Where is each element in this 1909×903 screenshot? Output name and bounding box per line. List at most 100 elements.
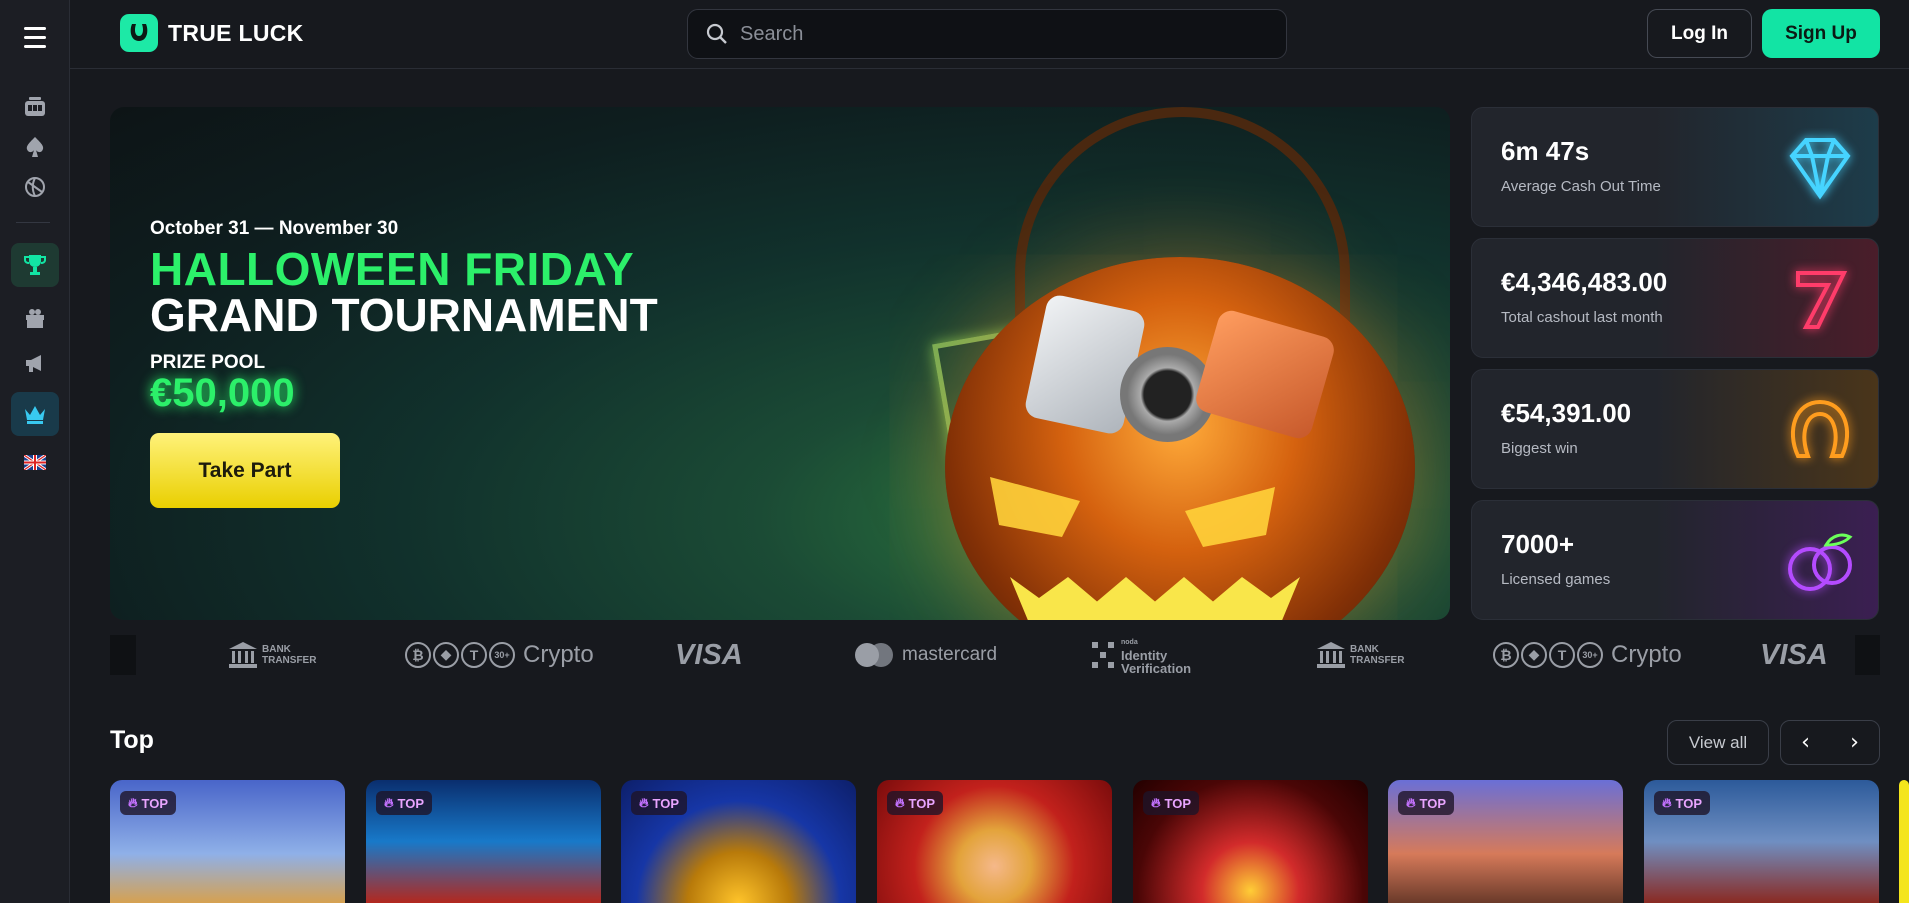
top-badge-label: TOP (1675, 795, 1703, 811)
sports-ball-icon (25, 177, 45, 197)
sidebar-divider (16, 222, 50, 223)
login-button[interactable]: Log In (1647, 9, 1752, 58)
crypto-label: Crypto (523, 641, 594, 668)
plum-icon (1788, 533, 1853, 591)
stat-card-licensed-games: 7000+ Licensed games (1471, 500, 1879, 620)
tournament-dates: October 31 — November 30 (150, 218, 399, 239)
bank-label-1: BANK (1350, 644, 1379, 655)
sidebar-item-live-casino[interactable] (11, 127, 59, 167)
bank-icon (229, 642, 257, 668)
stat-value: €4,346,483.00 (1501, 267, 1668, 297)
ethereum-icon: ◆ (433, 642, 459, 668)
top-badge: 🔥︎ TOP (120, 791, 177, 815)
sidebar-item-promotions[interactable] (11, 343, 59, 383)
game-card[interactable]: 🔥︎ TOP (621, 780, 856, 903)
crypto-count-badge: 30+ (489, 642, 515, 668)
payment-bank-transfer: BANK TRANSFER (1316, 635, 1404, 675)
top-badge-label: TOP (1164, 795, 1192, 811)
logo[interactable]: TRUE LUCK (120, 14, 304, 52)
horseshoe-icon (1790, 399, 1850, 458)
search-bar[interactable] (687, 9, 1287, 59)
menu-button[interactable] (11, 17, 59, 57)
payment-mastercard: mastercard (852, 635, 997, 675)
scroll-fade-left (110, 635, 136, 675)
seven-icon (1796, 271, 1848, 329)
flame-icon: 🔥︎ (639, 795, 649, 810)
mastercard-icon (855, 643, 893, 667)
verification-label: Verification (1121, 660, 1192, 676)
menu-icon-bar (24, 35, 46, 39)
game-card[interactable]: 🔥︎ TOP (1388, 780, 1623, 903)
tether-icon: T (461, 642, 487, 668)
top-badge: 🔥︎ TOP (376, 791, 433, 815)
menu-icon-bar (24, 44, 46, 48)
stat-label: Licensed games (1501, 571, 1611, 588)
noda-label: noda (1121, 638, 1138, 646)
stat-value: 7000+ (1501, 529, 1575, 559)
stat-value: 6m 47s (1501, 136, 1590, 166)
gift-icon (26, 309, 44, 328)
top-badge-label: TOP (908, 795, 936, 811)
top-badge-label: TOP (141, 795, 169, 811)
game-card[interactable]: 🔥︎ TOP (877, 780, 1112, 903)
slot-machine-icon (25, 97, 45, 116)
sidebar-item-sports[interactable] (11, 167, 59, 207)
scroll-fade-right (1855, 635, 1880, 675)
take-part-button[interactable]: Take Part (150, 433, 340, 508)
view-all-button[interactable]: View all (1667, 720, 1769, 765)
top-badge: 🔥︎ TOP (1143, 791, 1200, 815)
diamond-icon (1789, 138, 1851, 200)
stat-card-total-cashout: €4,346,483.00 Total cashout last month (1471, 238, 1879, 358)
search-input[interactable] (740, 22, 1260, 46)
stat-label: Total cashout last month (1501, 309, 1663, 326)
game-card[interactable]: 🔥︎ TOP (1644, 780, 1879, 903)
top-badge: 🔥︎ TOP (631, 791, 688, 815)
flame-icon: 🔥︎ (895, 795, 905, 810)
bank-label-1: BANK (262, 644, 291, 655)
game-card[interactable]: 🔥︎ TOP (110, 780, 345, 903)
carousel-controls: ‹ › (1780, 720, 1880, 765)
payment-noda-identity: noda Identity Verification (1090, 635, 1191, 675)
flame-icon: 🔥︎ (1406, 795, 1416, 810)
stat-value: €54,391.00 (1501, 398, 1632, 428)
top-badge: 🔥︎ TOP (1398, 791, 1455, 815)
section-title-top: Top (110, 726, 154, 754)
sidebar-item-slots[interactable] (11, 87, 59, 127)
top-badge: 🔥︎ TOP (1654, 791, 1711, 815)
identity-label: Identity (1121, 647, 1168, 663)
logo-text: TRUE LUCK (168, 19, 304, 46)
stat-card-cashout-time: 6m 47s Average Cash Out Time (1471, 107, 1879, 227)
game-card[interactable]: 🔥︎ TOP (1133, 780, 1368, 903)
sidebar (0, 0, 70, 903)
carousel-next-button[interactable]: › (1830, 721, 1879, 764)
tether-icon: T (1549, 642, 1575, 668)
language-selector[interactable] (11, 442, 59, 482)
top-bar: TRUE LUCK Log In Sign Up (70, 0, 1909, 69)
sidebar-item-vip[interactable] (11, 392, 59, 436)
bank-label-2: TRANSFER (1350, 655, 1405, 666)
search-icon (706, 23, 727, 44)
carousel-prev-button[interactable]: ‹ (1781, 721, 1830, 764)
flame-icon: 🔥︎ (1662, 795, 1672, 810)
crown-icon (25, 406, 45, 424)
hero-banner[interactable] (110, 107, 1450, 620)
flame-icon: 🔥︎ (1151, 795, 1161, 810)
top-badge-label: TOP (652, 795, 680, 811)
game-card[interactable]: 🔥︎ TOP (366, 780, 601, 903)
payment-visa: VISA (675, 638, 743, 671)
noda-icon (1092, 642, 1114, 668)
top-badge: 🔥︎ TOP (887, 791, 944, 815)
trophy-icon (24, 255, 46, 275)
game-card-partial[interactable] (1899, 780, 1909, 903)
crypto-label: Crypto (1611, 641, 1682, 668)
bank-label-2: TRANSFER (262, 655, 317, 666)
top-badge-label: TOP (397, 795, 425, 811)
sidebar-item-bonuses[interactable] (11, 298, 59, 338)
sidebar-item-tournaments[interactable] (11, 243, 59, 287)
flame-icon: 🔥︎ (128, 795, 138, 810)
payment-crypto: ₿ ◆ T 30+ Crypto (405, 635, 594, 675)
bank-icon (1317, 642, 1345, 668)
spade-icon (26, 137, 44, 157)
stat-label: Biggest win (1501, 440, 1578, 457)
signup-button[interactable]: Sign Up (1762, 9, 1880, 58)
